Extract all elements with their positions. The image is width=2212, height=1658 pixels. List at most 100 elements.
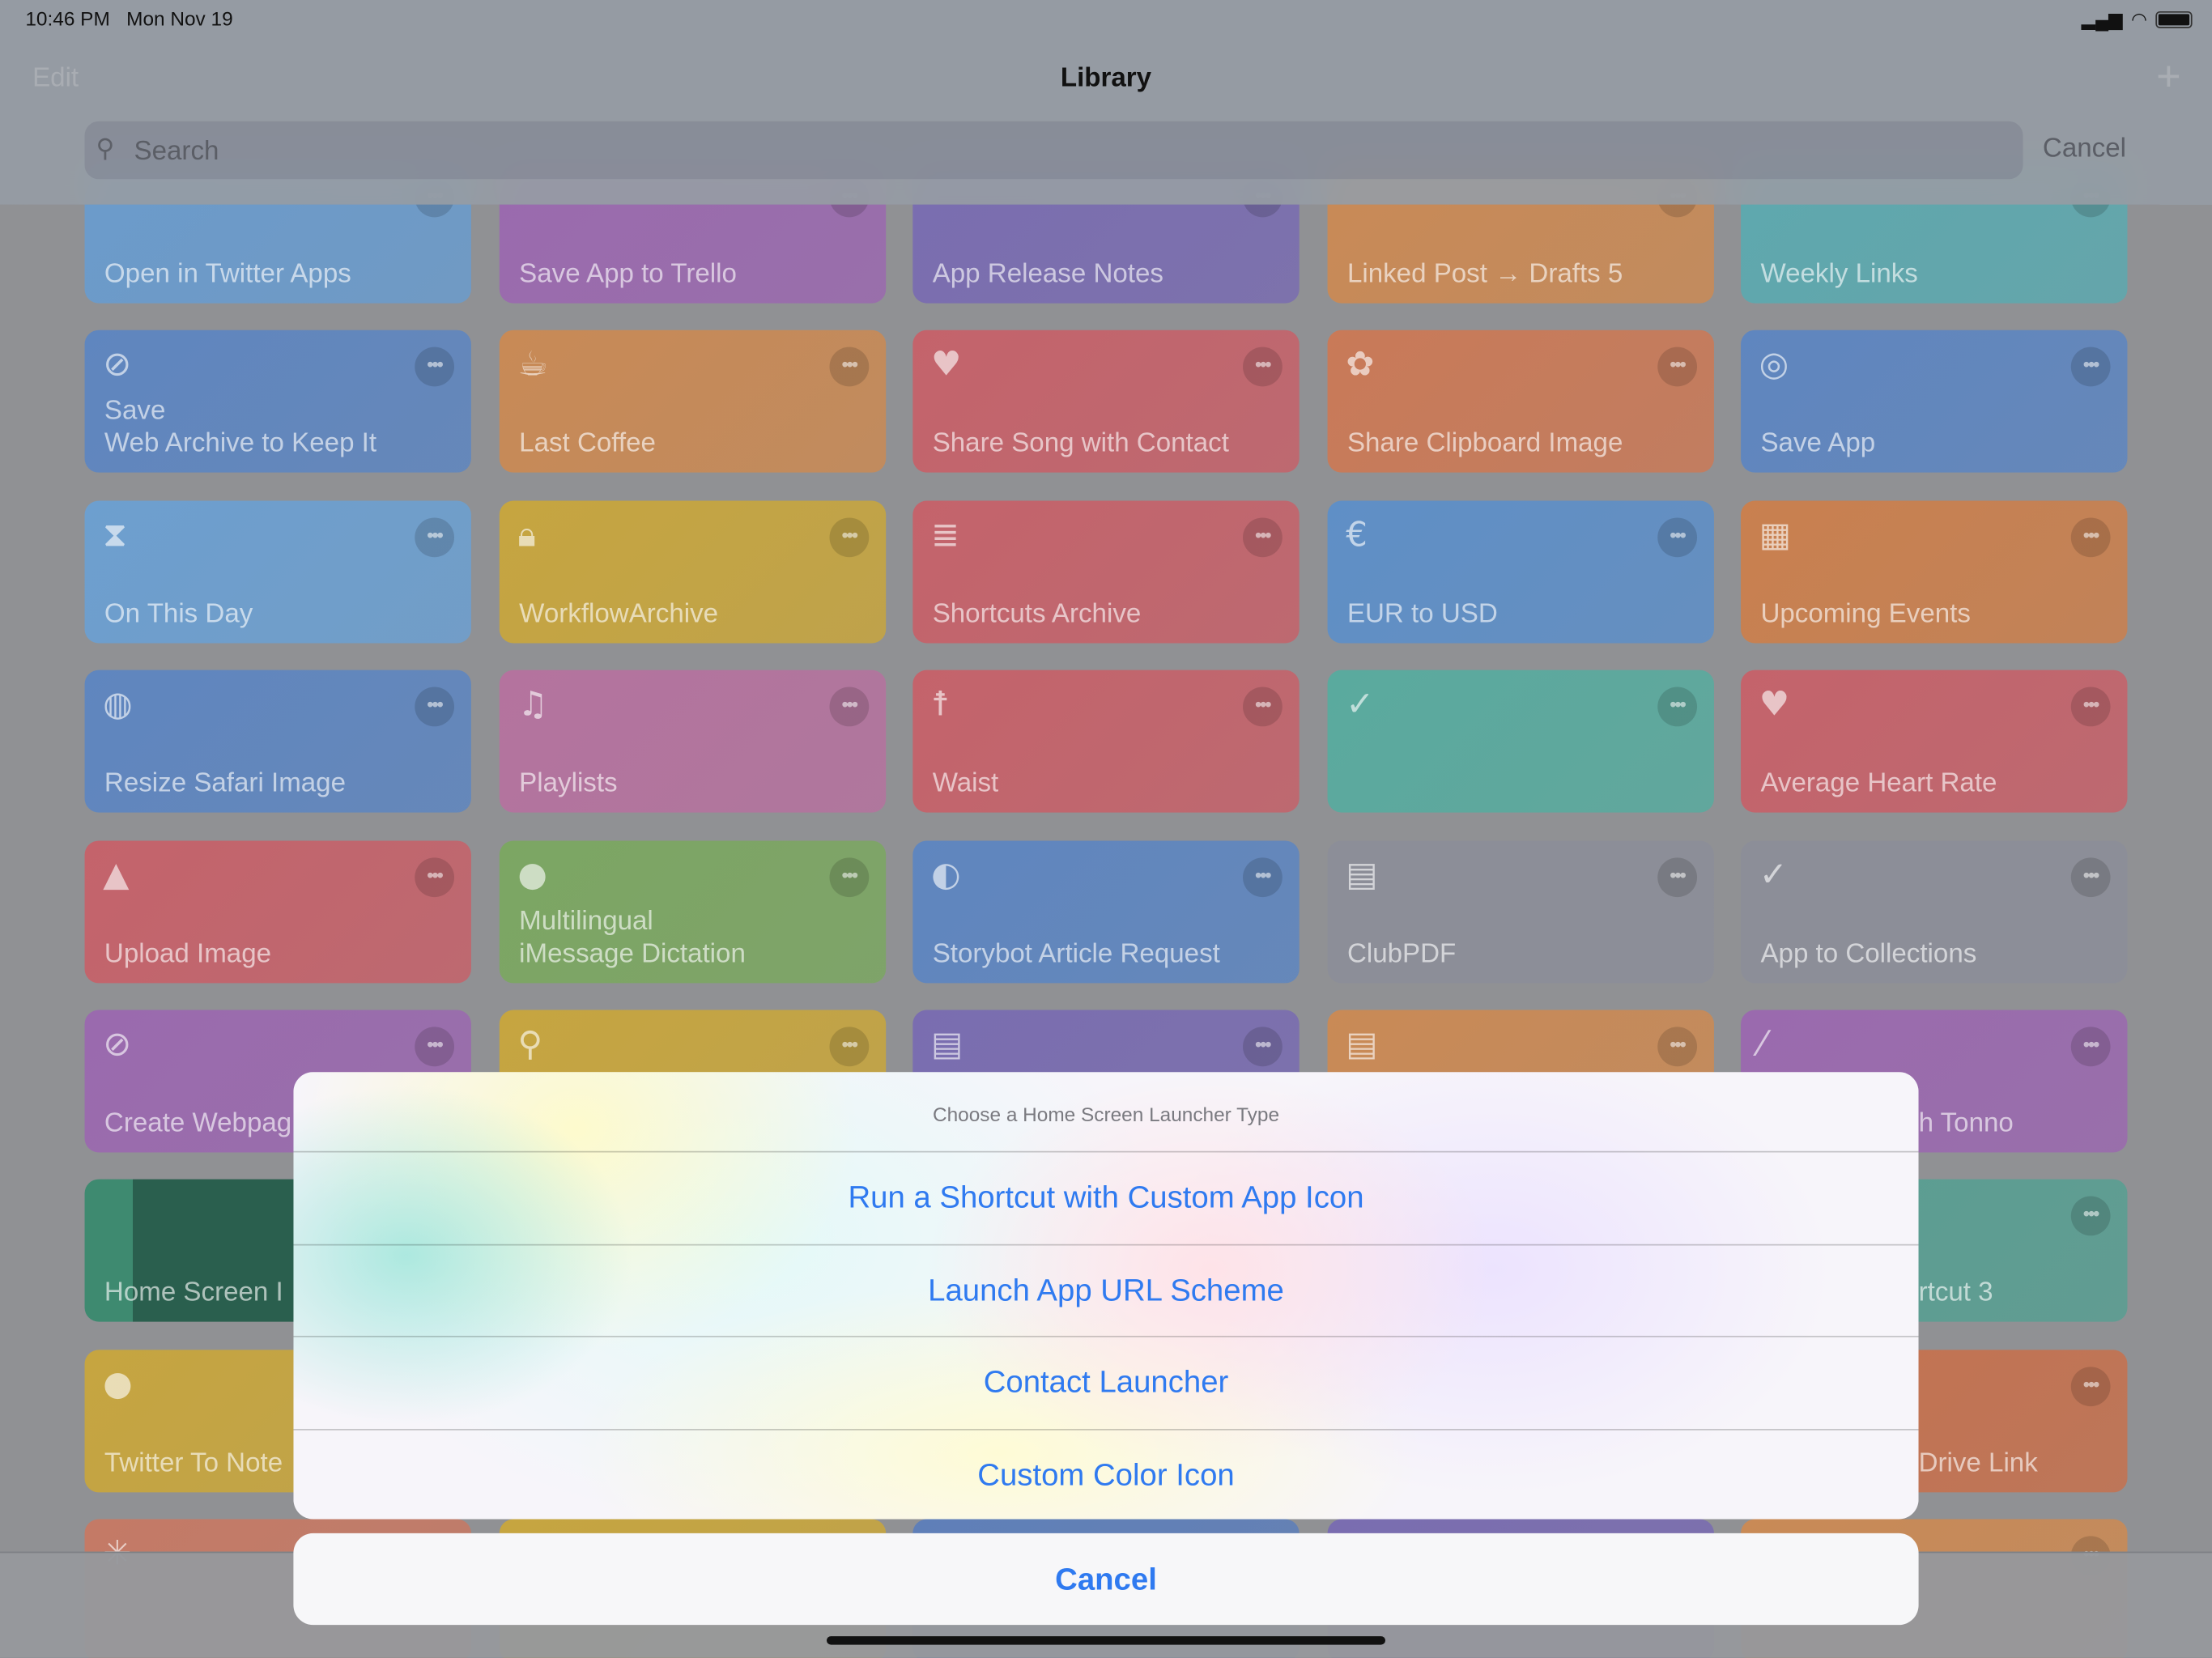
image-icon: ▲ (103, 854, 130, 894)
more-options-icon[interactable]: ••• (1243, 857, 1283, 897)
home-indicator[interactable] (827, 1636, 1385, 1645)
compass-icon: ⊘ (103, 344, 132, 385)
wifi-icon: ◠ (2131, 8, 2147, 30)
checkmark-icon: ✓ (1759, 854, 1788, 894)
shortcut-label: Multilingual iMessage Dictation (519, 906, 746, 969)
option-launch-app-url-scheme[interactable]: Launch App URL Scheme (293, 1245, 1919, 1337)
more-options-icon[interactable]: ••• (1243, 1027, 1283, 1067)
shortcut-tile[interactable]: 🔒︎ ••• WorkflowArchive (499, 500, 887, 644)
more-options-icon[interactable]: ••• (2070, 1027, 2111, 1067)
more-options-icon[interactable]: ••• (1657, 857, 1698, 897)
search-cancel-button[interactable]: Cancel (2043, 134, 2126, 165)
shortcut-tile[interactable]: ◍ ••• Resize Safari Image (84, 670, 471, 813)
shortcut-tile[interactable]: ♫ ••• Playlists (499, 670, 887, 813)
more-options-icon[interactable]: ••• (1657, 517, 1698, 557)
signal-icon: ▂▄▆ (2081, 8, 2123, 30)
more-options-icon[interactable]: ••• (415, 517, 455, 557)
magic-wand-icon: ⁄ (1759, 1023, 1765, 1064)
more-options-icon[interactable]: ••• (415, 1027, 455, 1067)
more-options-icon[interactable]: ••• (415, 687, 455, 727)
more-options-icon[interactable]: ••• (415, 857, 455, 897)
more-options-icon[interactable]: ••• (1657, 347, 1698, 388)
search-input[interactable] (131, 121, 1972, 182)
shortcut-label: App to Collections (1760, 938, 1977, 969)
compass-icon: ⊘ (103, 1023, 132, 1064)
euro-icon: € (1346, 514, 1368, 555)
shortcut-tile[interactable]: ◐ ••• Storybot Article Request (912, 840, 1300, 983)
plus-icon[interactable]: + (2156, 53, 2181, 101)
more-options-icon[interactable]: ••• (1243, 517, 1283, 557)
more-options-icon[interactable]: ••• (829, 347, 870, 388)
coffee-cup-icon: ☕ (517, 344, 548, 385)
shortcut-label: WorkflowArchive (519, 599, 719, 629)
more-options-icon[interactable]: ••• (2070, 857, 2111, 897)
more-options-icon[interactable]: ••• (415, 347, 455, 388)
shortcut-label: Storybot Article Request (932, 938, 1220, 969)
list-icon: ▤ (1346, 1023, 1378, 1064)
more-options-icon[interactable]: ••• (1657, 687, 1698, 727)
more-options-icon[interactable]: ••• (1657, 1027, 1698, 1067)
shortcut-tile[interactable]: ☨ ••• Waist (912, 670, 1300, 813)
checkmark-icon: ✓ (1346, 684, 1375, 725)
battery-icon (2155, 11, 2193, 28)
shortcut-label: Shortcuts Archive (932, 599, 1142, 629)
database-icon: ≣ (930, 514, 959, 555)
more-options-icon[interactable]: ••• (829, 1027, 870, 1067)
shortcut-tile[interactable]: ≣ ••• Shortcuts Archive (912, 500, 1300, 644)
more-options-icon[interactable]: ••• (829, 687, 870, 727)
shortcut-tile[interactable]: ● ••• Multilingual iMessage Dictation (499, 840, 887, 983)
shortcut-tile[interactable]: ☕ ••• Last Coffee (499, 330, 887, 474)
more-options-icon[interactable]: ••• (829, 857, 870, 897)
shortcut-label: Open in Twitter Apps (104, 259, 351, 290)
hourglass-icon: ⧗ (103, 514, 127, 555)
heart-icon: ♥ (930, 344, 962, 385)
person-icon: ☨ (930, 684, 950, 725)
shortcut-tile[interactable]: ✓ ••• (1327, 670, 1714, 813)
globe-icon: ◍ (103, 684, 133, 725)
shortcut-label: Save Web Archive to Keep It (104, 397, 377, 459)
shortcut-label: Playlists (519, 768, 618, 799)
status-bar-time: 10:46 PM Mon Nov 19 (25, 7, 232, 30)
action-sheet-title: Choose a Home Screen Launcher Type (293, 1072, 1919, 1153)
more-options-icon[interactable]: ••• (2070, 1366, 2111, 1406)
shortcut-label: Upcoming Events (1760, 599, 1971, 629)
action-sheet-cancel-button[interactable]: Cancel (293, 1533, 1919, 1626)
gear-flower-icon: ✿ (1346, 344, 1375, 385)
option-contact-launcher[interactable]: Contact Launcher (293, 1337, 1919, 1430)
shortcut-tile[interactable]: ⧗ ••• On This Day (84, 500, 471, 644)
more-options-icon[interactable]: ••• (2070, 347, 2111, 388)
speech-bubble-icon: ● (103, 1363, 133, 1404)
shortcut-tile[interactable]: ▦ ••• Upcoming Events (1741, 500, 2128, 644)
shortcut-label: Save App (1760, 429, 1876, 459)
shortcut-tile[interactable]: ▲ ••• Upload Image (84, 840, 471, 983)
shortcut-label: Waist (932, 768, 999, 799)
shortcut-label: Upload Image (104, 938, 272, 969)
shortcut-tile[interactable]: ✓ ••• App to Collections (1741, 840, 2128, 983)
shortcut-tile[interactable]: ▤ ••• ClubPDF (1327, 840, 1714, 983)
heart-icon: ♥ (1759, 684, 1790, 725)
search-bar[interactable]: ⚲ (84, 121, 2023, 182)
more-options-icon[interactable]: ••• (2070, 517, 2111, 557)
shortcut-tile[interactable]: ✿ ••• Share Clipboard Image (1327, 330, 1714, 474)
action-sheet: Choose a Home Screen Launcher Type Run a… (293, 1072, 1919, 1520)
more-options-icon[interactable]: ••• (2070, 687, 2111, 727)
status-icons: ▂▄▆ ◠ (2082, 8, 2193, 31)
shortcut-tile[interactable]: ◎ ••• Save App (1741, 330, 2128, 474)
shortcut-tile[interactable]: ♥ ••• Average Heart Rate (1741, 670, 2128, 813)
music-note-icon: ♫ (517, 684, 548, 725)
alien-icon: ◐ (930, 854, 961, 894)
more-options-icon[interactable]: ••• (1243, 687, 1283, 727)
shortcut-tile[interactable]: ♥ ••• Share Song with Contact (912, 330, 1300, 474)
document-icon: ▤ (1346, 854, 1378, 894)
more-options-icon[interactable]: ••• (2070, 1197, 2111, 1236)
option-custom-color-icon[interactable]: Custom Color Icon (293, 1430, 1918, 1520)
search-icon: ⚲ (96, 134, 115, 163)
shortcut-tile[interactable]: € ••• EUR to USD (1327, 500, 1714, 644)
option-run-shortcut-custom-icon[interactable]: Run a Shortcut with Custom App Icon (293, 1152, 1919, 1245)
speech-bubbles-icon: ● (517, 854, 547, 894)
target-icon: ◎ (1759, 344, 1789, 385)
shortcut-tile[interactable]: ⊘ ••• Save Web Archive to Keep It (84, 330, 471, 474)
more-options-icon[interactable]: ••• (829, 517, 870, 557)
navigation-bar: 10:46 PM Mon Nov 19 ▂▄▆ ◠ Edit Library +… (0, 0, 2212, 205)
more-options-icon[interactable]: ••• (1243, 347, 1283, 388)
